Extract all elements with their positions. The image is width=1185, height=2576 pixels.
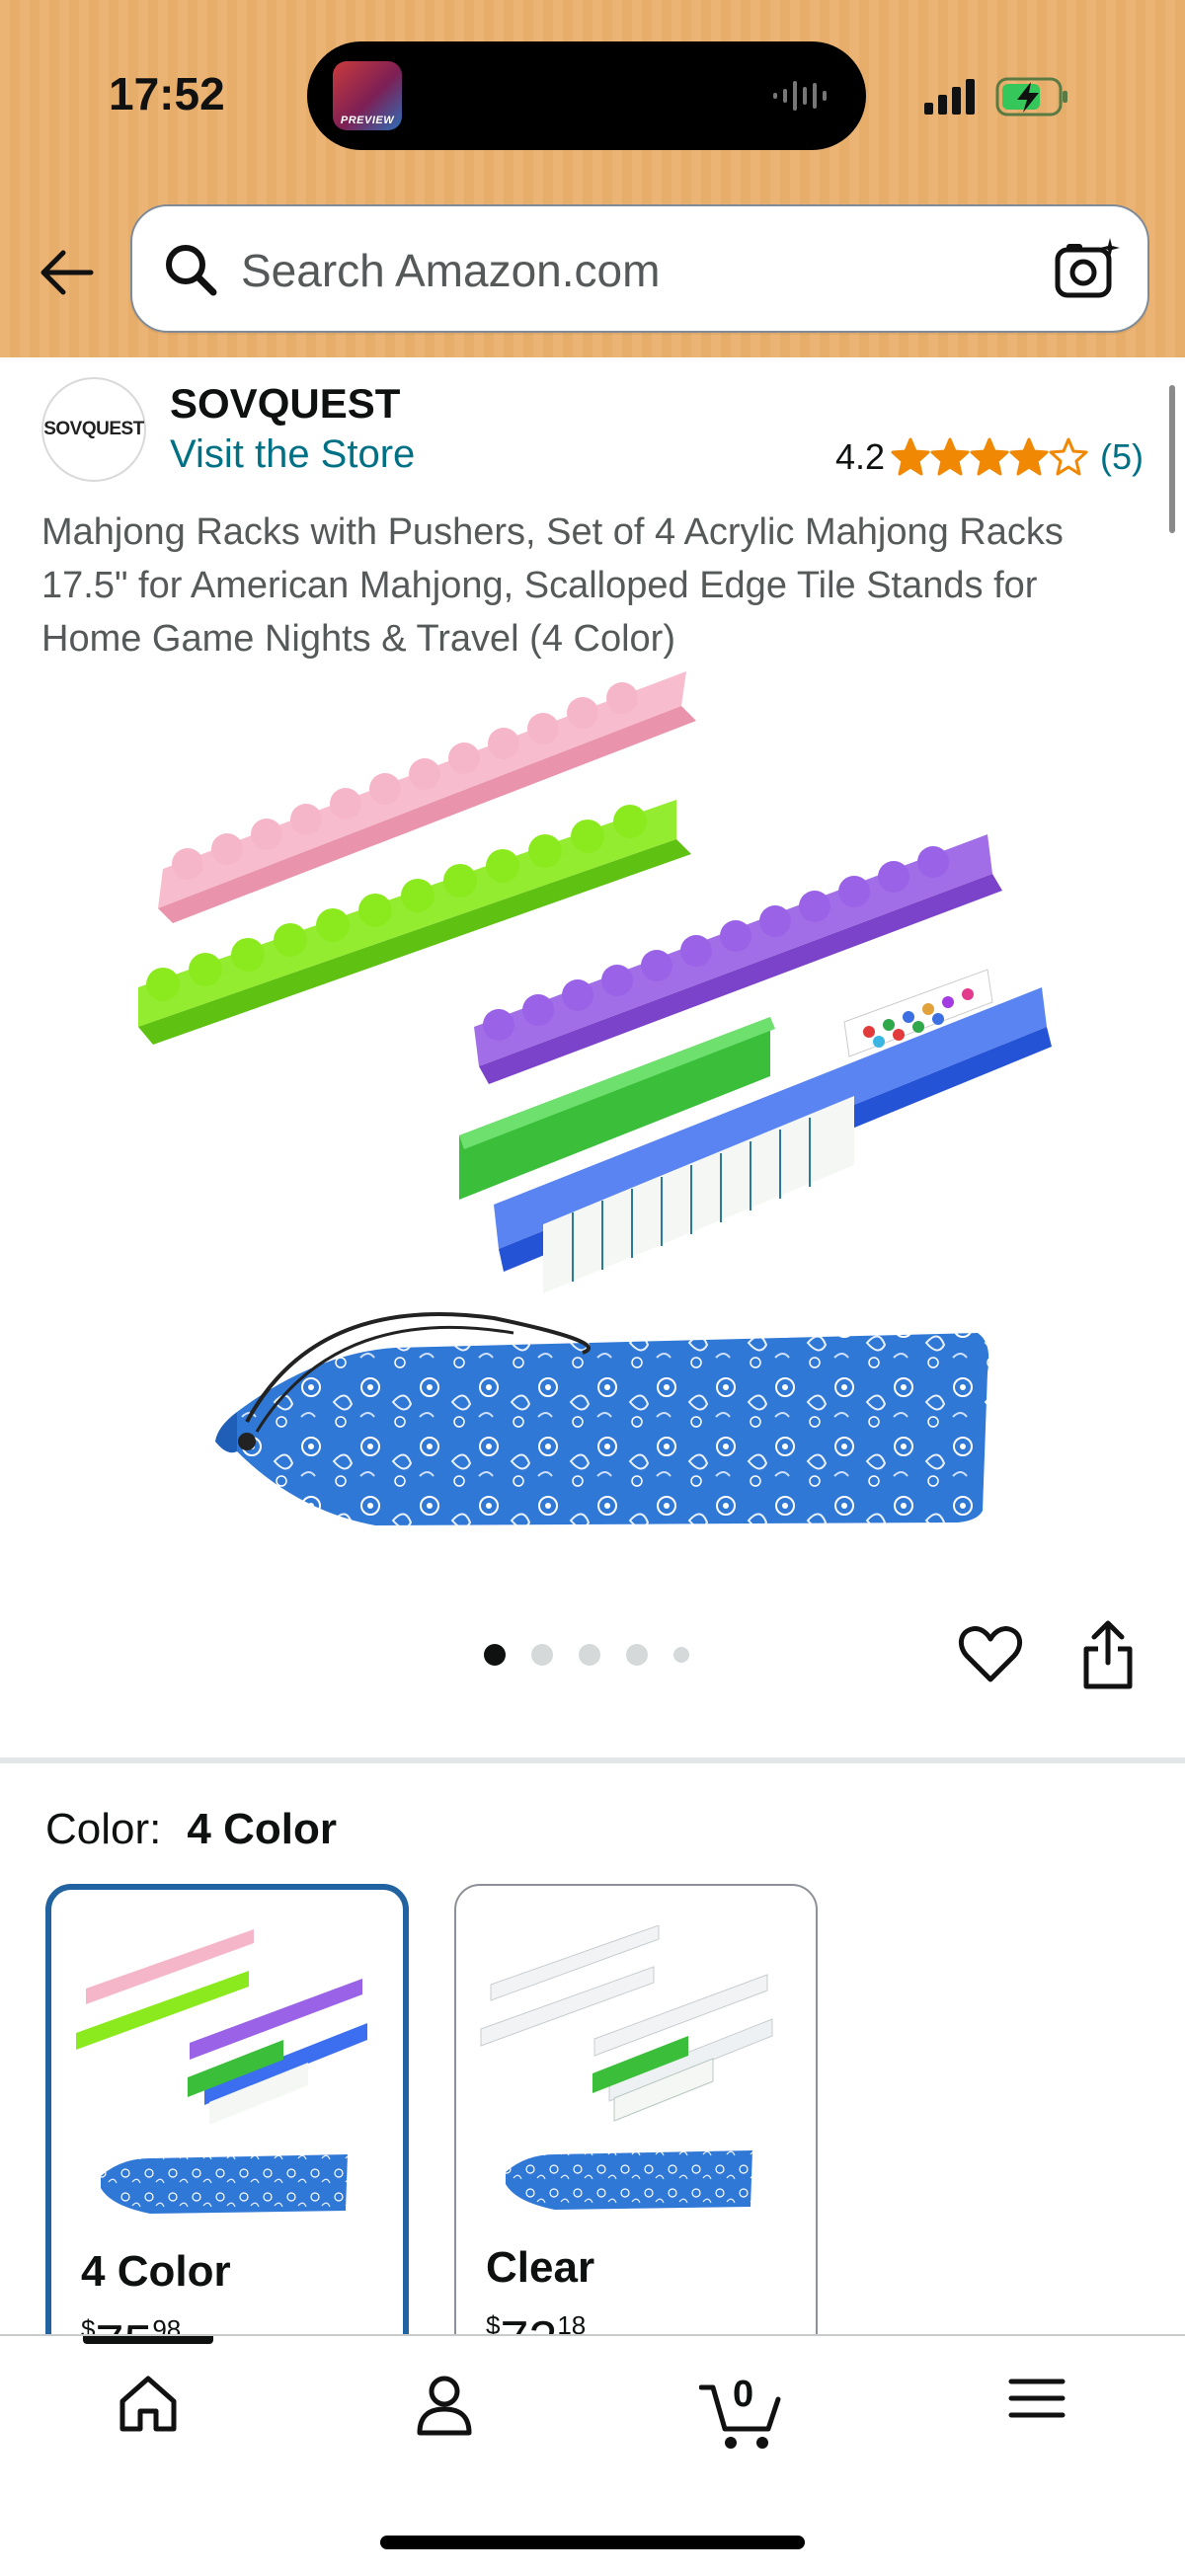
product-title: Mahjong Racks with Pushers, Set of 4 Acr… bbox=[41, 511, 1064, 660]
heart-icon bbox=[958, 1626, 1023, 1682]
nav-account[interactable] bbox=[385, 2374, 504, 2472]
carousel-dot[interactable] bbox=[484, 1644, 506, 1666]
thumbnail-label: PREVIEW bbox=[340, 115, 395, 126]
star-filled-icon bbox=[891, 437, 930, 476]
dynamic-island: PREVIEW bbox=[307, 41, 866, 150]
carousel-dot[interactable] bbox=[579, 1644, 600, 1666]
section-divider bbox=[0, 1757, 1185, 1763]
color-option-4-color[interactable]: 4 Color $7598 bbox=[45, 1884, 409, 2397]
account-icon bbox=[417, 2376, 472, 2436]
status-time: 17:52 bbox=[109, 68, 225, 119]
product-image[interactable] bbox=[118, 662, 1066, 1550]
home-icon bbox=[119, 2376, 177, 2432]
active-tab-indicator bbox=[83, 2336, 213, 2344]
camera-search-icon[interactable] bbox=[1053, 236, 1122, 305]
audio-wave-icon bbox=[773, 81, 827, 111]
star-rating bbox=[891, 437, 1088, 477]
search-icon[interactable] bbox=[162, 241, 219, 298]
color-label: Color: 4 Color bbox=[45, 1805, 337, 1854]
visit-store-link[interactable]: Visit the Store bbox=[170, 432, 415, 477]
swatch-name: Clear bbox=[486, 2243, 595, 2292]
star-filled-icon bbox=[930, 437, 970, 476]
carry-bag-illustration bbox=[215, 1311, 989, 1525]
store-logo[interactable]: SOVQUEST bbox=[41, 377, 146, 482]
color-option-clear[interactable]: Clear $7218 bbox=[454, 1884, 818, 2397]
home-indicator bbox=[380, 2536, 805, 2549]
battery-charging-icon bbox=[995, 77, 1067, 117]
star-filled-icon bbox=[1009, 437, 1049, 476]
rating-summary[interactable]: 4.2 (5) bbox=[835, 436, 1144, 478]
search-input[interactable] bbox=[241, 234, 1031, 307]
nav-home[interactable] bbox=[89, 2374, 207, 2472]
color-label-text: Color: bbox=[45, 1805, 162, 1853]
carousel-dot[interactable] bbox=[531, 1644, 553, 1666]
carousel-dot[interactable] bbox=[673, 1647, 689, 1663]
swatch-name: 4 Color bbox=[81, 2247, 231, 2296]
add-to-list-button[interactable] bbox=[958, 1624, 1023, 1690]
now-playing-thumbnail[interactable]: PREVIEW bbox=[333, 61, 402, 130]
scroll-indicator bbox=[1169, 385, 1175, 533]
share-icon bbox=[1083, 1620, 1133, 1689]
nav-cart[interactable]: 0 bbox=[681, 2374, 800, 2472]
top-header: 17:52 PREVIEW bbox=[0, 0, 1185, 357]
signal-bars-icon bbox=[924, 79, 975, 115]
rating-value: 4.2 bbox=[834, 436, 885, 477]
swatch-image-clear bbox=[480, 1925, 773, 2210]
menu-icon bbox=[1008, 2379, 1066, 2418]
status-icons bbox=[924, 73, 1072, 127]
carousel-dot[interactable] bbox=[626, 1644, 648, 1666]
image-carousel-dots[interactable] bbox=[484, 1644, 715, 1666]
star-empty-icon bbox=[1049, 437, 1088, 476]
swatch-image-4-color bbox=[76, 1929, 367, 2214]
nav-menu[interactable] bbox=[978, 2374, 1096, 2472]
back-arrow-icon bbox=[40, 250, 94, 295]
rating-count[interactable]: (5) bbox=[1100, 436, 1144, 478]
search-bar[interactable] bbox=[130, 204, 1149, 333]
back-button[interactable] bbox=[36, 243, 95, 302]
star-filled-icon bbox=[970, 437, 1009, 476]
cart-count-badge: 0 bbox=[733, 2374, 754, 2415]
selected-color-value: 4 Color bbox=[187, 1805, 337, 1853]
store-logo-text: SOVQUEST bbox=[43, 419, 144, 439]
brand-name: SOVQUEST bbox=[170, 380, 401, 427]
share-button[interactable] bbox=[1078, 1619, 1138, 1695]
